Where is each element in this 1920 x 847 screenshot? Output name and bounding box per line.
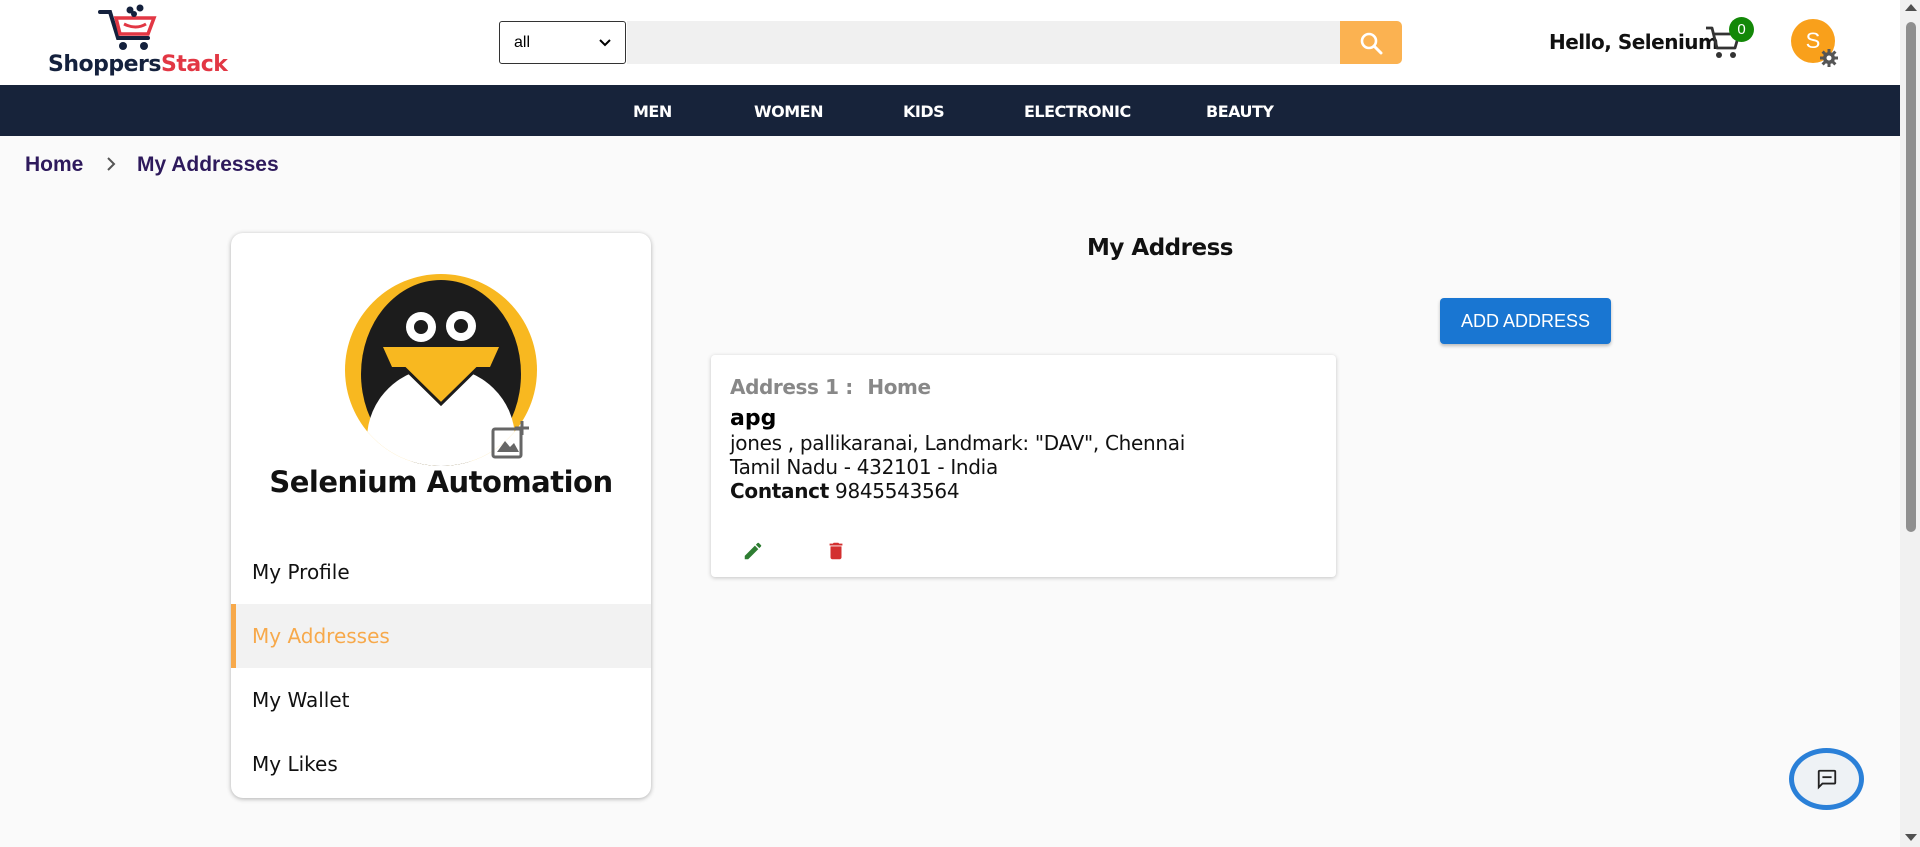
nav-item-kids[interactable]: KIDS bbox=[903, 102, 945, 121]
user-greeting: Hello, Selenium bbox=[1549, 30, 1719, 54]
search-icon bbox=[1360, 32, 1383, 54]
nav-item-beauty[interactable]: BEAUTY bbox=[1206, 102, 1274, 121]
delete-trash-icon[interactable] bbox=[825, 540, 847, 562]
breadcrumb-home[interactable]: Home bbox=[25, 153, 83, 177]
shoppersstack-logo[interactable]: ShoppersStack bbox=[44, 2, 234, 82]
address-line-1: jones , pallikaranai, Landmark: "DAV", C… bbox=[730, 431, 1186, 455]
menu-item-my-profile[interactable]: My Profile bbox=[231, 540, 651, 604]
chevron-right-icon bbox=[107, 157, 116, 171]
address-name: apg bbox=[730, 406, 777, 431]
chat-button[interactable] bbox=[1789, 748, 1864, 810]
address-type: Home bbox=[867, 375, 931, 399]
add-photo-icon[interactable] bbox=[489, 419, 531, 461]
address-label: Address 1 : bbox=[730, 375, 853, 399]
add-address-button[interactable]: ADD ADDRESS bbox=[1440, 298, 1611, 344]
edit-pencil-icon[interactable] bbox=[742, 540, 764, 562]
scrollbar-thumb[interactable] bbox=[1906, 22, 1916, 532]
category-select[interactable]: all bbox=[499, 21, 626, 64]
scroll-up-arrow-icon[interactable] bbox=[1905, 4, 1917, 11]
chat-icon bbox=[1817, 769, 1836, 790]
breadcrumb-current: My Addresses bbox=[137, 153, 279, 176]
nav-item-women[interactable]: WOMEN bbox=[754, 102, 824, 121]
menu-item-my-addresses[interactable]: My Addresses bbox=[231, 604, 651, 668]
section-title: My Address bbox=[1087, 235, 1233, 261]
address-line-2: Tamil Nadu - 432101 - India bbox=[730, 455, 998, 479]
category-nav: MEN WOMEN KIDS ELECTRONIC BEAUTY bbox=[0, 85, 1900, 136]
scroll-down-arrow-icon[interactable] bbox=[1905, 834, 1917, 841]
nav-item-men[interactable]: MEN bbox=[633, 102, 672, 121]
address-header: Address 1 : Home bbox=[730, 375, 939, 399]
header: ShoppersStack all Hello, Selenium 0 S bbox=[0, 0, 1900, 85]
profile-name: Selenium Automation bbox=[269, 465, 613, 499]
nav-item-electronic[interactable]: ELECTRONIC bbox=[1024, 102, 1131, 121]
logo-text: ShoppersStack bbox=[48, 52, 228, 77]
search-button[interactable] bbox=[1340, 21, 1402, 64]
chevron-down-icon bbox=[599, 38, 611, 46]
menu-item-my-likes[interactable]: My Likes bbox=[231, 732, 651, 796]
search-input[interactable] bbox=[627, 21, 1340, 64]
contact-label: Contanct bbox=[730, 479, 829, 503]
contact-number: 9845543564 bbox=[835, 479, 960, 503]
settings-gear-icon[interactable] bbox=[1819, 48, 1839, 68]
category-select-value: all bbox=[514, 33, 531, 51]
cart-logo-icon bbox=[98, 4, 157, 50]
page-scrollbar[interactable] bbox=[1900, 0, 1920, 847]
address-contact: Contanct 9845543564 bbox=[730, 479, 960, 503]
address-card: Address 1 : Home apg jones , pallikarana… bbox=[711, 355, 1336, 577]
cart-count-badge: 0 bbox=[1729, 17, 1754, 42]
profile-card: Selenium Automation My Profile My Addres… bbox=[231, 233, 651, 798]
menu-item-my-wallet[interactable]: My Wallet bbox=[231, 668, 651, 732]
